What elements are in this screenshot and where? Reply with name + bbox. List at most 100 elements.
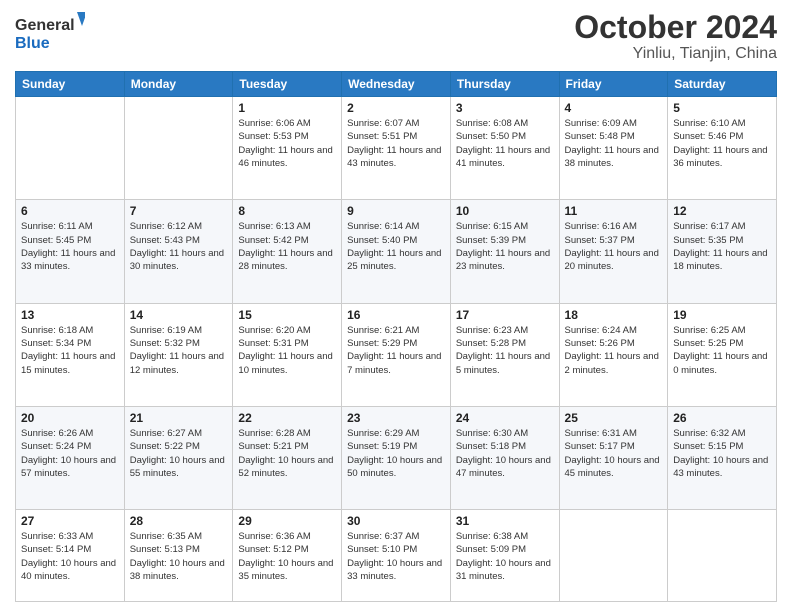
table-row: 30 Sunrise: 6:37 AM Sunset: 5:10 PM Dayl…: [342, 510, 451, 602]
sunset-text: Sunset: 5:28 PM: [456, 338, 526, 349]
table-row: 2 Sunrise: 6:07 AM Sunset: 5:51 PM Dayli…: [342, 97, 451, 200]
day-number: 26: [673, 411, 771, 425]
day-number: 16: [347, 308, 445, 322]
sunset-text: Sunset: 5:15 PM: [673, 441, 743, 452]
sunset-text: Sunset: 5:34 PM: [21, 338, 91, 349]
svg-text:Blue: Blue: [15, 35, 50, 52]
sunset-text: Sunset: 5:51 PM: [347, 131, 417, 142]
table-row: 11 Sunrise: 6:16 AM Sunset: 5:37 PM Dayl…: [559, 200, 668, 303]
daylight-text: Daylight: 11 hours and 33 minutes.: [21, 248, 115, 272]
daylight-text: Daylight: 11 hours and 30 minutes.: [130, 248, 224, 272]
sunrise-text: Sunrise: 6:20 AM: [238, 325, 310, 336]
sunset-text: Sunset: 5:46 PM: [673, 131, 743, 142]
day-number: 6: [21, 204, 119, 218]
sunrise-text: Sunrise: 6:11 AM: [21, 221, 93, 232]
table-row: 21 Sunrise: 6:27 AM Sunset: 5:22 PM Dayl…: [124, 406, 233, 509]
sunset-text: Sunset: 5:53 PM: [238, 131, 308, 142]
daylight-text: Daylight: 10 hours and 31 minutes.: [456, 558, 551, 582]
sunrise-text: Sunrise: 6:33 AM: [21, 531, 93, 542]
table-row: 15 Sunrise: 6:20 AM Sunset: 5:31 PM Dayl…: [233, 303, 342, 406]
day-info: Sunrise: 6:11 AM Sunset: 5:45 PM Dayligh…: [21, 220, 119, 273]
sunrise-text: Sunrise: 6:19 AM: [130, 325, 202, 336]
table-row: 18 Sunrise: 6:24 AM Sunset: 5:26 PM Dayl…: [559, 303, 668, 406]
calendar-title: October 2024: [574, 10, 777, 45]
daylight-text: Daylight: 11 hours and 38 minutes.: [565, 145, 659, 169]
sunrise-text: Sunrise: 6:08 AM: [456, 118, 528, 129]
sunrise-text: Sunrise: 6:09 AM: [565, 118, 637, 129]
sunrise-text: Sunrise: 6:31 AM: [565, 428, 637, 439]
day-info: Sunrise: 6:14 AM Sunset: 5:40 PM Dayligh…: [347, 220, 445, 273]
sunset-text: Sunset: 5:26 PM: [565, 338, 635, 349]
day-number: 15: [238, 308, 336, 322]
day-number: 17: [456, 308, 554, 322]
daylight-text: Daylight: 10 hours and 57 minutes.: [21, 455, 116, 479]
day-info: Sunrise: 6:18 AM Sunset: 5:34 PM Dayligh…: [21, 324, 119, 377]
col-saturday: Saturday: [668, 72, 777, 97]
daylight-text: Daylight: 10 hours and 55 minutes.: [130, 455, 225, 479]
sunrise-text: Sunrise: 6:12 AM: [130, 221, 202, 232]
day-info: Sunrise: 6:37 AM Sunset: 5:10 PM Dayligh…: [347, 530, 445, 583]
sunset-text: Sunset: 5:14 PM: [21, 544, 91, 555]
day-number: 21: [130, 411, 228, 425]
daylight-text: Daylight: 11 hours and 23 minutes.: [456, 248, 550, 272]
weekday-header-row: Sunday Monday Tuesday Wednesday Thursday…: [16, 72, 777, 97]
table-row: 10 Sunrise: 6:15 AM Sunset: 5:39 PM Dayl…: [450, 200, 559, 303]
table-row: 20 Sunrise: 6:26 AM Sunset: 5:24 PM Dayl…: [16, 406, 125, 509]
day-number: 31: [456, 514, 554, 528]
table-row: 9 Sunrise: 6:14 AM Sunset: 5:40 PM Dayli…: [342, 200, 451, 303]
day-number: 13: [21, 308, 119, 322]
daylight-text: Daylight: 11 hours and 18 minutes.: [673, 248, 767, 272]
day-info: Sunrise: 6:08 AM Sunset: 5:50 PM Dayligh…: [456, 117, 554, 170]
daylight-text: Daylight: 11 hours and 15 minutes.: [21, 351, 115, 375]
table-row: 28 Sunrise: 6:35 AM Sunset: 5:13 PM Dayl…: [124, 510, 233, 602]
table-row: 14 Sunrise: 6:19 AM Sunset: 5:32 PM Dayl…: [124, 303, 233, 406]
table-row: [559, 510, 668, 602]
day-number: 23: [347, 411, 445, 425]
sunset-text: Sunset: 5:37 PM: [565, 235, 635, 246]
day-info: Sunrise: 6:38 AM Sunset: 5:09 PM Dayligh…: [456, 530, 554, 583]
logo-svg: General Blue: [15, 10, 85, 55]
table-row: 23 Sunrise: 6:29 AM Sunset: 5:19 PM Dayl…: [342, 406, 451, 509]
sunrise-text: Sunrise: 6:06 AM: [238, 118, 310, 129]
day-info: Sunrise: 6:20 AM Sunset: 5:31 PM Dayligh…: [238, 324, 336, 377]
sunset-text: Sunset: 5:10 PM: [347, 544, 417, 555]
day-number: 5: [673, 101, 771, 115]
daylight-text: Daylight: 10 hours and 45 minutes.: [565, 455, 660, 479]
day-number: 9: [347, 204, 445, 218]
col-thursday: Thursday: [450, 72, 559, 97]
daylight-text: Daylight: 11 hours and 25 minutes.: [347, 248, 441, 272]
sunrise-text: Sunrise: 6:21 AM: [347, 325, 419, 336]
table-row: 27 Sunrise: 6:33 AM Sunset: 5:14 PM Dayl…: [16, 510, 125, 602]
day-info: Sunrise: 6:28 AM Sunset: 5:21 PM Dayligh…: [238, 427, 336, 480]
daylight-text: Daylight: 11 hours and 46 minutes.: [238, 145, 332, 169]
daylight-text: Daylight: 10 hours and 47 minutes.: [456, 455, 551, 479]
sunrise-text: Sunrise: 6:17 AM: [673, 221, 745, 232]
table-row: 7 Sunrise: 6:12 AM Sunset: 5:43 PM Dayli…: [124, 200, 233, 303]
day-info: Sunrise: 6:24 AM Sunset: 5:26 PM Dayligh…: [565, 324, 663, 377]
sunset-text: Sunset: 5:19 PM: [347, 441, 417, 452]
sunrise-text: Sunrise: 6:32 AM: [673, 428, 745, 439]
sunrise-text: Sunrise: 6:10 AM: [673, 118, 745, 129]
day-number: 3: [456, 101, 554, 115]
day-info: Sunrise: 6:36 AM Sunset: 5:12 PM Dayligh…: [238, 530, 336, 583]
sunrise-text: Sunrise: 6:24 AM: [565, 325, 637, 336]
title-block: October 2024 Yinliu, Tianjin, China: [574, 10, 777, 63]
sunrise-text: Sunrise: 6:14 AM: [347, 221, 419, 232]
sunset-text: Sunset: 5:39 PM: [456, 235, 526, 246]
daylight-text: Daylight: 11 hours and 0 minutes.: [673, 351, 767, 375]
sunset-text: Sunset: 5:25 PM: [673, 338, 743, 349]
daylight-text: Daylight: 11 hours and 41 minutes.: [456, 145, 550, 169]
table-row: 5 Sunrise: 6:10 AM Sunset: 5:46 PM Dayli…: [668, 97, 777, 200]
sunrise-text: Sunrise: 6:15 AM: [456, 221, 528, 232]
daylight-text: Daylight: 10 hours and 38 minutes.: [130, 558, 225, 582]
logo: General Blue: [15, 10, 85, 55]
sunrise-text: Sunrise: 6:27 AM: [130, 428, 202, 439]
day-number: 19: [673, 308, 771, 322]
sunset-text: Sunset: 5:12 PM: [238, 544, 308, 555]
daylight-text: Daylight: 11 hours and 7 minutes.: [347, 351, 441, 375]
day-info: Sunrise: 6:13 AM Sunset: 5:42 PM Dayligh…: [238, 220, 336, 273]
sunrise-text: Sunrise: 6:28 AM: [238, 428, 310, 439]
day-info: Sunrise: 6:06 AM Sunset: 5:53 PM Dayligh…: [238, 117, 336, 170]
sunrise-text: Sunrise: 6:25 AM: [673, 325, 745, 336]
daylight-text: Daylight: 10 hours and 40 minutes.: [21, 558, 116, 582]
